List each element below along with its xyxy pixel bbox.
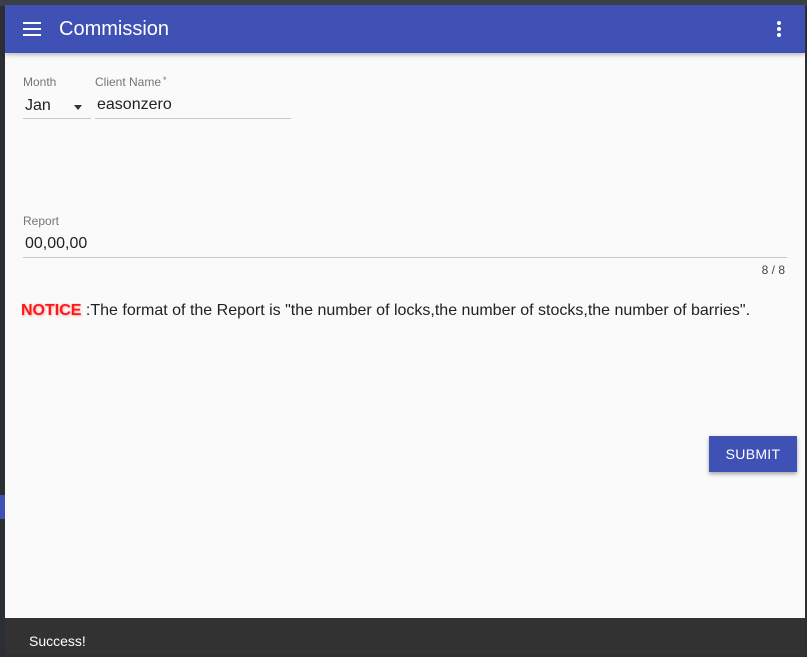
month-value: Jan (25, 97, 51, 114)
client-name-value: easonzero (97, 96, 172, 113)
menu-icon[interactable] (17, 17, 49, 41)
snackbar: Success! (5, 618, 805, 655)
dropdown-arrow-icon (74, 105, 82, 110)
report-underline (23, 257, 787, 258)
required-mark: * (163, 75, 167, 85)
month-select[interactable]: Jan (23, 95, 91, 119)
report-char-counter: 8 / 8 (761, 263, 785, 277)
report-value: 00,00,00 (25, 235, 88, 252)
more-vert-icon[interactable] (767, 17, 791, 41)
report-input[interactable]: 00,00,00 (23, 234, 787, 258)
report-label: Report (23, 214, 60, 228)
notice-message: NOTICE :The format of the Report is "the… (21, 302, 750, 320)
notice-label: NOTICE (21, 302, 82, 319)
notice-text: :The format of the Report is "the number… (85, 302, 751, 319)
client-name-input[interactable]: easonzero (95, 95, 291, 119)
client-name-label: Client Name * (95, 75, 167, 89)
month-underline (23, 118, 91, 119)
month-label: Month (23, 75, 57, 89)
app-window: Commission Month Jan Client Name * easonz… (5, 5, 805, 655)
submit-button[interactable]: SUBMIT (709, 436, 797, 472)
app-bar: Commission (5, 5, 805, 53)
client-name-underline (95, 118, 291, 119)
app-title: Commission (59, 18, 170, 40)
snackbar-message: Success! (29, 633, 86, 649)
